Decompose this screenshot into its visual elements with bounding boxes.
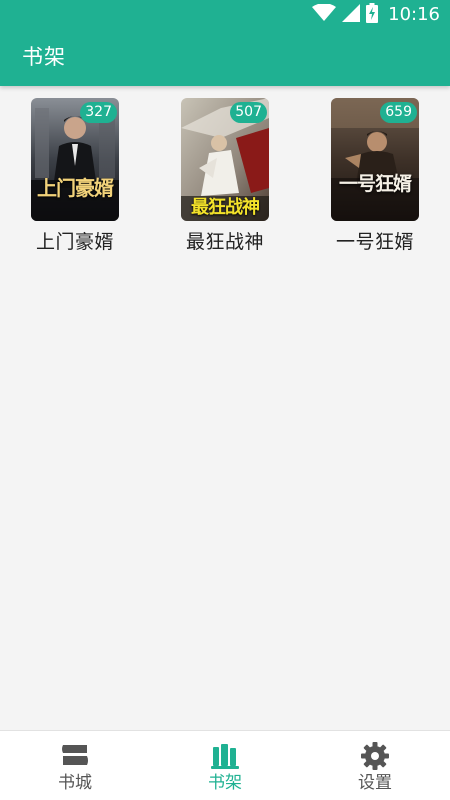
book-item[interactable]: 最狂战神 507 最狂战神 (150, 98, 300, 255)
status-time: 10:16 (388, 4, 440, 25)
cover-title-text: 一号狂婿 (338, 173, 412, 195)
unread-count-badge: 327 (80, 102, 117, 123)
app-header: 10:16 书架 (0, 0, 450, 86)
unread-count-badge: 659 (380, 102, 417, 123)
bottom-navigation: 书城 书架 设置 (0, 730, 450, 800)
book-item[interactable]: 一号狂婿 659 一号狂婿 (300, 98, 450, 255)
wifi-icon (312, 3, 337, 26)
nav-item-bookstore[interactable]: 书城 (0, 731, 150, 800)
battery-charging-icon (366, 3, 379, 27)
cellular-signal-icon (342, 4, 361, 26)
app-screen: 10:16 书架 上门豪婿 327 上门豪婿 最狂战神 507 最狂战神 一号狂… (0, 0, 450, 800)
nav-label: 书城 (58, 773, 92, 793)
book-cover[interactable]: 一号狂婿 659 (331, 98, 419, 221)
nav-item-settings[interactable]: 设置 (300, 731, 450, 800)
book-title[interactable]: 上门豪婿 (36, 229, 114, 255)
cover-title-text: 上门豪婿 (37, 176, 114, 200)
book-cover[interactable]: 最狂战神 507 (181, 98, 269, 221)
bookstore-icon (60, 741, 90, 771)
nav-item-bookshelf[interactable]: 书架 (150, 731, 300, 800)
bookshelf-icon (210, 741, 240, 771)
nav-label: 设置 (358, 773, 392, 793)
nav-label: 书架 (208, 773, 242, 793)
unread-count-badge: 507 (230, 102, 267, 123)
cover-title-text: 最狂战神 (191, 197, 260, 218)
book-title[interactable]: 一号狂婿 (336, 229, 414, 255)
book-title[interactable]: 最狂战神 (186, 229, 264, 255)
status-icons: 10:16 (312, 3, 440, 27)
gear-icon (360, 741, 390, 771)
status-bar: 10:16 (0, 0, 450, 30)
book-item[interactable]: 上门豪婿 327 上门豪婿 (0, 98, 150, 255)
book-cover[interactable]: 上门豪婿 327 (31, 98, 119, 221)
page-title: 书架 (22, 45, 66, 69)
bookshelf-grid: 上门豪婿 327 上门豪婿 最狂战神 507 最狂战神 一号狂婿 659 一号狂… (0, 98, 450, 255)
